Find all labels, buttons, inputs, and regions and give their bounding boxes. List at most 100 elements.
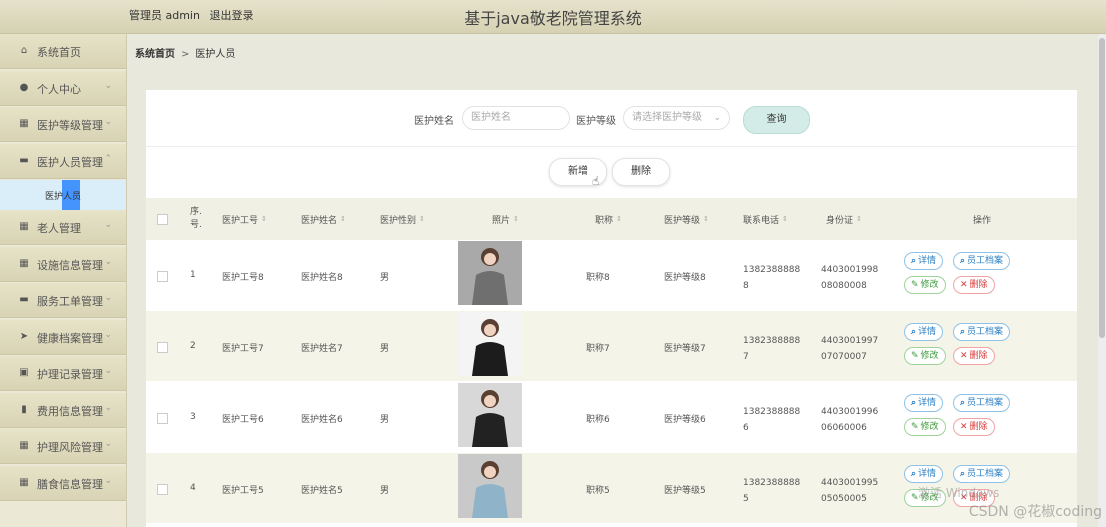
row-delete-button[interactable]: ✕ 删除	[953, 347, 995, 365]
person-silhouette	[472, 461, 508, 518]
sidebar-item[interactable]: ▦ 医护等级管理 ⌄	[0, 107, 126, 142]
sidebar-item-label: 健康档案管理	[37, 331, 103, 345]
search-bar: 医护姓名 医护姓名 医护等级 请选择医护等级 ⌄ 查询	[146, 90, 1077, 147]
col-photo[interactable]: 照片 ⇕	[492, 198, 519, 240]
col-id[interactable]: 医护工号 ⇕	[222, 198, 267, 240]
scrollbar-thumb[interactable]	[1099, 38, 1105, 338]
cell-name: 医护姓名7	[301, 344, 343, 354]
row-delete-button[interactable]: ✕ 删除	[953, 276, 995, 294]
chevron-down-icon: ⌄	[104, 402, 112, 413]
chevron-down-icon: ⌄	[713, 113, 721, 123]
archive-button[interactable]: ⌕ 员工档案	[953, 465, 1011, 483]
grid-icon: ▦	[19, 221, 29, 232]
col-phone[interactable]: 联系电话 ⇕	[743, 198, 788, 240]
query-button[interactable]: 查询	[743, 106, 810, 134]
sidebar-item[interactable]: ➤ 健康档案管理 ⌄	[0, 319, 126, 355]
page-title: 基于java敬老院管理系统	[464, 9, 642, 28]
name-label: 医护姓名	[414, 116, 454, 127]
detail-button[interactable]: ⌕ 详情	[904, 252, 944, 270]
level-select-placeholder: 请选择医护等级	[632, 112, 702, 123]
staff-photo	[458, 312, 522, 376]
detail-button[interactable]: ⌕ 详情	[904, 394, 944, 412]
cell-title: 职称8	[586, 273, 610, 283]
sidebar-subitem-label: 医护人员	[45, 192, 82, 202]
cell-index: 2	[190, 341, 196, 351]
level-select[interactable]: 请选择医护等级 ⌄	[623, 106, 730, 130]
cell-idcard: 4403001996 06060006	[821, 407, 879, 433]
col-idcard[interactable]: 身份证 ⇕	[826, 198, 862, 240]
archive-button[interactable]: ⌕ 员工档案	[953, 323, 1011, 341]
row-checkbox[interactable]	[157, 271, 168, 282]
row-checkbox[interactable]	[157, 342, 168, 353]
row-checkbox[interactable]	[157, 413, 168, 424]
breadcrumb-separator: >	[181, 49, 190, 60]
chevron-down-icon: ⌄	[104, 366, 112, 376]
pencil-icon: ✎	[911, 280, 919, 290]
detail-button[interactable]: ⌕ 详情	[904, 323, 944, 341]
staff-photo	[458, 241, 522, 305]
person-silhouette	[472, 248, 508, 305]
search-icon: ⌕	[911, 469, 917, 479]
row-delete-button[interactable]: ✕ 删除	[953, 418, 995, 436]
cell-idcard: 4403001995 05050005	[821, 478, 879, 504]
sidebar-item[interactable]: ⌂ 系统首页	[0, 34, 126, 69]
chevron-down-icon: ⌄	[104, 293, 112, 303]
user-icon: ●	[19, 81, 29, 93]
level-label: 医护等级	[576, 116, 616, 127]
cell-gender: 男	[380, 415, 390, 425]
chevron-down-icon: ⌄	[104, 329, 112, 340]
chevron-down-icon: ⌄	[104, 439, 112, 449]
sidebar-item[interactable]: ▦ 护理风险管理 ⌄	[0, 429, 126, 464]
send-icon: ➤	[19, 330, 29, 342]
col-title[interactable]: 职称 ⇕	[595, 198, 622, 240]
row-checkbox[interactable]	[157, 484, 168, 495]
edit-button[interactable]: ✎ 修改	[904, 418, 946, 436]
scrollbar[interactable]	[1098, 34, 1106, 527]
top-header: 管理员 admin 退出登录 基于java敬老院管理系统	[0, 0, 1106, 34]
table-row: 3 医护工号6 医护姓名6 男 职称6 医护等级6 1382388888 6 440300199…	[146, 382, 1077, 452]
search-icon: ⌕	[911, 327, 917, 337]
sidebar-item[interactable]: ▮ 费用信息管理 ⌄	[0, 392, 126, 428]
sidebar-item-label: 系统首页	[37, 46, 81, 59]
sidebar-subitem[interactable]: 医护人员	[0, 180, 126, 210]
grid-icon: ▦	[19, 257, 29, 269]
cell-phone: 1382388888 5	[743, 478, 801, 504]
person-silhouette	[472, 319, 508, 376]
sidebar-item[interactable]: ● 个人中心 ⌄	[0, 70, 126, 106]
sidebar-item-label: 费用信息管理	[37, 404, 103, 418]
edit-button[interactable]: ✎ 修改	[904, 276, 946, 294]
sidebar-item[interactable]: ▣ 护理记录管理 ⌄	[0, 356, 126, 391]
sidebar-item[interactable]: ▦ 膳食信息管理 ⌄	[0, 465, 126, 501]
archive-button[interactable]: ⌕ 员工档案	[953, 394, 1011, 412]
edit-button[interactable]: ✎ 修改	[904, 347, 946, 365]
table-row: 2 医护工号7 医护姓名7 男 职称7 医护等级7 1382388888 7 440300199…	[146, 311, 1077, 381]
chat-icon: ▬	[19, 154, 29, 166]
archive-button[interactable]: ⌕ 员工档案	[953, 252, 1011, 270]
cursor-icon: ☝	[592, 174, 600, 188]
chevron-down-icon: ⌄	[104, 80, 112, 91]
col-actions: 操作	[973, 215, 992, 226]
col-gender[interactable]: 医护性别 ⇕	[380, 198, 425, 240]
col-name[interactable]: 医护姓名 ⇕	[301, 198, 346, 240]
sort-icon: ⇕	[261, 215, 267, 223]
col-level[interactable]: 医护等级 ⇕	[664, 198, 709, 240]
cell-name: 医护姓名6	[301, 415, 343, 425]
select-all-checkbox[interactable]	[157, 214, 168, 225]
breadcrumb: 系统首页 > 医护人员	[135, 45, 235, 60]
cell-level: 医护等级7	[664, 344, 706, 354]
chevron-down-icon: ⌄	[104, 475, 112, 486]
sort-icon: ⇕	[703, 215, 709, 223]
name-input[interactable]: 医护姓名	[462, 106, 570, 130]
sidebar-item[interactable]: ▦ 设施信息管理 ⌄	[0, 246, 126, 282]
sidebar-item[interactable]: ▦ 老人管理 ⌄	[0, 210, 126, 245]
sidebar-item-label: 设施信息管理	[37, 258, 103, 272]
delete-button[interactable]: 删除	[612, 158, 670, 186]
detail-button[interactable]: ⌕ 详情	[904, 465, 944, 483]
sidebar-item[interactable]: ▬ 医护人员管理 ⌃	[0, 143, 126, 179]
sidebar-item[interactable]: ▬ 服务工单管理 ⌄	[0, 283, 126, 318]
breadcrumb-home[interactable]: 系统首页	[135, 49, 175, 60]
table-row: 1 医护工号8 医护姓名8 男 职称8 医护等级8 1382388888 8 440300199…	[146, 240, 1077, 310]
close-icon: ✕	[960, 351, 968, 361]
pencil-icon: ✎	[911, 422, 919, 432]
cell-id: 医护工号6	[222, 415, 264, 425]
